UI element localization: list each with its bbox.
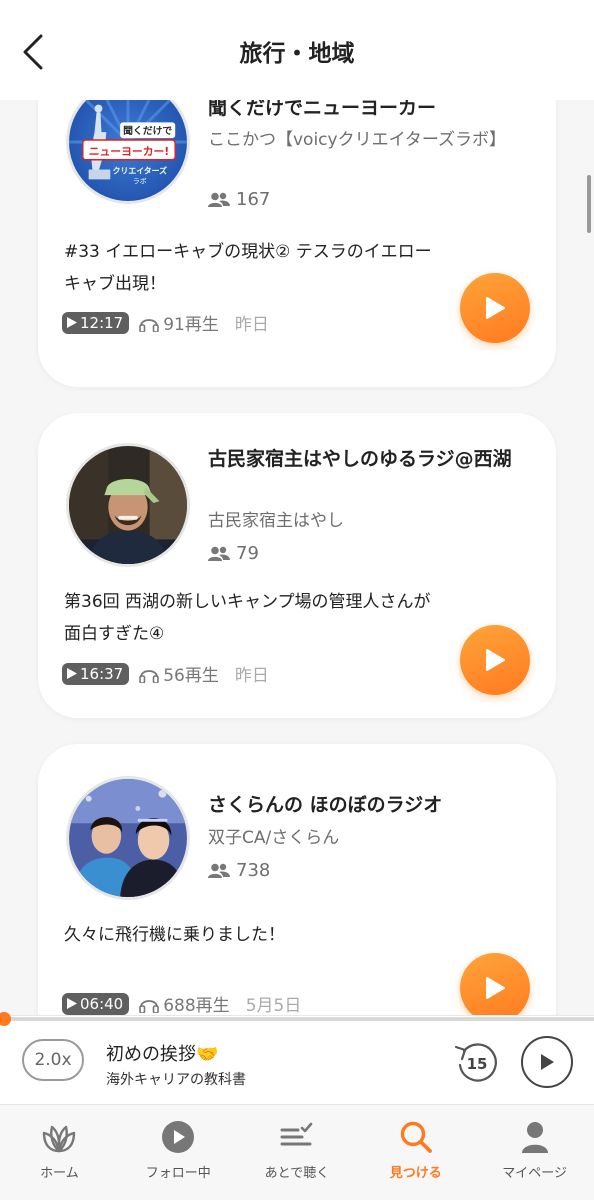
follower-count-value: 167 xyxy=(236,189,271,210)
now-playing-title[interactable]: 初めの挨拶🤝 xyxy=(106,1040,218,1066)
episode-date: 昨日 xyxy=(234,666,269,686)
list-check-icon xyxy=(279,1119,315,1155)
followers-icon xyxy=(208,192,230,207)
duration-badge: 16:37 xyxy=(62,662,130,685)
scrollbar[interactable] xyxy=(587,175,591,233)
duration-value: 06:40 xyxy=(80,994,124,1013)
follower-count-value: 738 xyxy=(236,860,271,881)
svg-text:ラボ: ラボ xyxy=(133,177,147,185)
episode-play-button[interactable] xyxy=(460,625,530,695)
play-count-value: 91再生 xyxy=(163,315,219,335)
episode-meta: 16:37 56再生 昨日 xyxy=(62,661,269,686)
headphones-icon xyxy=(139,669,160,683)
channel-list[interactable]: 聞くだけで ニューヨーカー! クリエイターズ ラボ 聞くだけでニューヨーカー こ… xyxy=(0,80,594,1015)
avatar-image: 聞くだけで ニューヨーカー! クリエイターズ ラボ xyxy=(69,83,187,201)
svg-text:クリエイターズ: クリエイターズ xyxy=(113,165,167,175)
tab-label: ホーム xyxy=(40,1166,79,1181)
search-icon xyxy=(398,1119,434,1155)
channel-card[interactable]: 聞くだけで ニューヨーカー! クリエイターズ ラボ 聞くだけでニューヨーカー こ… xyxy=(38,80,556,387)
channel-author: ここかつ【voicyクリエイターズラボ】 xyxy=(208,130,507,150)
followers-icon xyxy=(208,863,230,878)
episode-date: 5月5日 xyxy=(245,996,302,1015)
play-count: 91再生 xyxy=(139,310,219,335)
rewind-15-icon: 15 xyxy=(454,1043,497,1082)
channel-author: 古民家宿主はやし xyxy=(208,511,344,531)
playback-speed-button[interactable]: 2.0x xyxy=(22,1039,84,1081)
channel-card[interactable]: さくらんの ほのぼのラジオ 双子CA/さくらん 738 久々に飛行機に乗りました… xyxy=(38,744,556,1015)
avatar-image xyxy=(69,446,187,564)
avatar-image xyxy=(69,779,187,897)
play-icon xyxy=(486,977,505,999)
episode-play-button[interactable] xyxy=(460,273,530,343)
followers-icon xyxy=(208,546,230,561)
headphones-icon xyxy=(139,318,160,332)
duration-badge: 06:40 xyxy=(62,992,130,1015)
header: 旅行・地域 xyxy=(0,0,594,100)
channel-avatar[interactable] xyxy=(66,776,190,900)
episode-title[interactable]: #33 イエローキャブの現状② テスラのイエローキャブ出現！ xyxy=(64,236,444,300)
tab-discover[interactable]: 見つける xyxy=(356,1105,475,1200)
tab-bar: ホーム フォロー中 あとで聴く 見つける マイページ xyxy=(0,1104,594,1200)
follower-count: 738 xyxy=(208,860,270,881)
person-icon xyxy=(517,1119,553,1155)
play-triangle-icon xyxy=(67,998,77,1009)
channel-title[interactable]: 古民家宿主はやしのゆるラジ@西湖 xyxy=(208,443,536,475)
channel-card[interactable]: 古民家宿主はやしのゆるラジ@西湖 古民家宿主はやし 79 第36回 西湖の新しい… xyxy=(38,413,556,718)
follower-count: 79 xyxy=(208,543,259,564)
tab-home[interactable]: ホーム xyxy=(0,1105,119,1200)
leaf-icon xyxy=(41,1119,77,1155)
follower-count-value: 79 xyxy=(236,543,259,564)
channel-author: 双子CA/さくらん xyxy=(208,828,340,848)
tab-label: フォロー中 xyxy=(145,1166,211,1181)
svg-text:15: 15 xyxy=(467,1055,488,1073)
channel-avatar[interactable] xyxy=(66,443,190,567)
tab-my-page[interactable]: マイページ xyxy=(475,1105,594,1200)
player-play-button[interactable] xyxy=(521,1036,573,1088)
channel-title[interactable]: さくらんの ほのぼのラジオ xyxy=(208,789,536,821)
play-icon xyxy=(486,297,505,319)
play-triangle-icon xyxy=(67,317,77,328)
play-count-value: 688再生 xyxy=(163,996,230,1015)
svg-text:聞くだけで: 聞くだけで xyxy=(123,124,172,137)
tab-listen-later[interactable]: あとで聴く xyxy=(238,1105,357,1200)
play-circle-icon xyxy=(160,1119,196,1155)
episode-title[interactable]: 久々に飛行機に乗りました！ xyxy=(64,919,444,951)
episode-meta: 12:17 91再生 昨日 xyxy=(62,310,269,335)
play-icon xyxy=(541,1054,554,1070)
episode-meta: 06:40 688再生 5月5日 xyxy=(62,991,301,1015)
episode-date: 昨日 xyxy=(234,315,269,335)
follower-count: 167 xyxy=(208,189,270,210)
play-triangle-icon xyxy=(67,668,77,679)
episode-play-button[interactable] xyxy=(460,953,530,1015)
headphones-icon xyxy=(139,999,160,1013)
mini-player[interactable] xyxy=(0,1015,594,1105)
tab-label: あとで聴く xyxy=(264,1166,330,1181)
episode-title[interactable]: 第36回 西湖の新しいキャンプ場の管理人さんが面白すぎた④ xyxy=(64,586,444,650)
svg-text:ニューヨーカー!: ニューヨーカー! xyxy=(89,145,170,158)
tab-label: マイページ xyxy=(502,1166,567,1181)
page-title: 旅行・地域 xyxy=(239,41,355,67)
play-count: 688再生 xyxy=(139,991,230,1015)
tab-label: 見つける xyxy=(389,1166,442,1181)
now-playing-channel[interactable]: 海外キャリアの教科書 xyxy=(106,1069,246,1089)
duration-badge: 12:17 xyxy=(62,311,130,334)
tab-following[interactable]: フォロー中 xyxy=(119,1105,238,1200)
play-count-value: 56再生 xyxy=(163,666,219,686)
duration-value: 12:17 xyxy=(80,313,124,332)
play-count: 56再生 xyxy=(139,661,219,686)
rewind-15-button[interactable]: 15 xyxy=(452,1037,500,1085)
play-icon xyxy=(486,649,505,671)
duration-value: 16:37 xyxy=(80,664,124,683)
player-progress-track[interactable] xyxy=(0,1017,594,1021)
